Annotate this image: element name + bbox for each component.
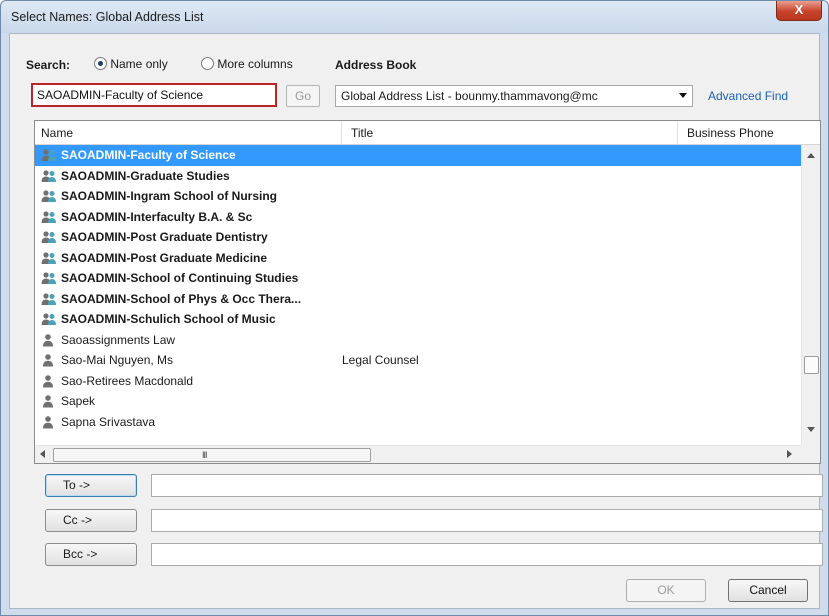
- scrollbar-corner: [801, 445, 820, 463]
- bcc-field[interactable]: [151, 543, 823, 566]
- list-row[interactable]: SAOADMIN-Graduate Studies: [35, 166, 801, 187]
- group-icon: [41, 149, 56, 161]
- list-row[interactable]: SAOADMIN-School of Phys & Occ Thera...: [35, 289, 801, 310]
- contact-name: Sao-Mai Nguyen, Ms: [61, 353, 174, 367]
- dialog-body: Search: Name only More columns Address B…: [9, 33, 823, 609]
- group-icon: [41, 313, 56, 325]
- list-header: Name Title Business Phone: [35, 121, 820, 145]
- group-icon: [41, 272, 56, 284]
- group-icon: [41, 251, 56, 264]
- radio-more-columns[interactable]: More columns: [201, 57, 293, 71]
- scroll-up-icon[interactable]: [807, 153, 815, 158]
- to-button[interactable]: To ->: [45, 474, 137, 497]
- cc-button[interactable]: Cc ->: [45, 509, 137, 532]
- vertical-scroll-thumb[interactable]: [804, 356, 819, 374]
- person-icon: [43, 374, 53, 387]
- to-field[interactable]: [151, 474, 823, 497]
- group-icon: [41, 292, 56, 305]
- list-row[interactable]: Sapna Srivastava: [35, 412, 801, 433]
- scroll-grip: III: [202, 450, 207, 460]
- bcc-button[interactable]: Bcc ->: [45, 543, 137, 566]
- column-header-title[interactable]: Title: [351, 126, 373, 140]
- person-icon: [43, 395, 53, 408]
- go-button[interactable]: Go: [286, 85, 320, 107]
- scroll-down-icon[interactable]: [807, 427, 815, 432]
- radio-more-columns-label: More columns: [217, 57, 293, 71]
- contact-name: SAOADMIN-Interfaculty B.A. & Sc: [61, 209, 253, 224]
- list-row[interactable]: SAOADMIN-Ingram School of Nursing: [35, 186, 801, 207]
- ok-button[interactable]: OK: [626, 579, 706, 602]
- contact-name: SAOADMIN-Faculty of Science: [61, 148, 236, 162]
- contact-title: Legal Counsel: [342, 353, 419, 367]
- list-row[interactable]: SAOADMIN-Interfaculty B.A. & Sc: [35, 207, 801, 228]
- chevron-down-icon[interactable]: [679, 93, 687, 98]
- list-row[interactable]: Saoassignments Law: [35, 330, 801, 351]
- search-input[interactable]: SAOADMIN-Faculty of Science: [31, 83, 277, 107]
- contact-name: Sao-Retirees Macdonald: [61, 373, 194, 388]
- address-list[interactable]: Name Title Business Phone SAOADMIN-Facul…: [34, 120, 821, 464]
- close-button[interactable]: X: [776, 1, 822, 21]
- list-row[interactable]: SAOADMIN-Schulich School of Music: [35, 309, 801, 330]
- contact-name: SAOADMIN-School of Continuing Studies: [61, 271, 299, 285]
- list-row[interactable]: Sapek: [35, 391, 801, 412]
- contact-name: SAOADMIN-Schulich School of Music: [61, 312, 276, 326]
- list-row[interactable]: Sao-Mai Nguyen, Ms Legal Counsel: [35, 350, 801, 371]
- person-icon: [43, 415, 53, 428]
- contact-name: Saoassignments Law: [61, 332, 176, 347]
- contact-name: SAOADMIN-Post Graduate Medicine: [61, 250, 268, 265]
- group-icon: [41, 210, 56, 223]
- column-divider[interactable]: [677, 121, 678, 144]
- horizontal-scroll-thumb[interactable]: III: [53, 448, 371, 462]
- list-row[interactable]: Sao-Retirees Macdonald: [35, 371, 801, 392]
- group-icon: [41, 231, 56, 243]
- address-book-value: Global Address List - bounmy.thammavong@…: [341, 89, 598, 103]
- column-header-business-phone[interactable]: Business Phone: [687, 126, 774, 140]
- column-divider[interactable]: [341, 121, 342, 144]
- advanced-find-link[interactable]: Advanced Find: [708, 89, 788, 103]
- list-row[interactable]: SAOADMIN-Faculty of Science: [35, 145, 801, 166]
- radio-name-only[interactable]: Name only: [94, 57, 168, 71]
- horizontal-scrollbar[interactable]: III: [35, 445, 801, 463]
- vertical-scrollbar[interactable]: [801, 145, 820, 445]
- contact-name: SAOADMIN-Post Graduate Dentistry: [61, 230, 268, 244]
- radio-more-columns-indicator[interactable]: [201, 57, 214, 70]
- contact-name: Sapek: [61, 394, 96, 408]
- select-names-dialog: Select Names: Global Address List X Sear…: [0, 0, 829, 616]
- contact-name: SAOADMIN-School of Phys & Occ Thera...: [61, 291, 302, 306]
- cc-field[interactable]: [151, 509, 823, 532]
- contact-name: SAOADMIN-Ingram School of Nursing: [61, 189, 277, 203]
- address-book-dropdown[interactable]: Global Address List - bounmy.thammavong@…: [335, 85, 693, 107]
- group-icon: [41, 190, 56, 202]
- cancel-button[interactable]: Cancel: [728, 579, 808, 602]
- person-icon: [43, 354, 53, 367]
- address-book-label: Address Book: [335, 58, 417, 72]
- search-label: Search:: [26, 58, 71, 72]
- title-bar[interactable]: Select Names: Global Address List X: [1, 1, 828, 33]
- radio-name-only-label: Name only: [110, 57, 168, 71]
- list-row[interactable]: SAOADMIN-School of Continuing Studies: [35, 268, 801, 289]
- list-row[interactable]: SAOADMIN-Post Graduate Dentistry: [35, 227, 801, 248]
- list-row[interactable]: SAOADMIN-Post Graduate Medicine: [35, 248, 801, 269]
- contact-name: Sapna Srivastava: [61, 414, 156, 429]
- group-icon: [41, 169, 56, 182]
- person-icon: [43, 333, 53, 346]
- contact-name: SAOADMIN-Graduate Studies: [61, 168, 230, 183]
- scroll-right-icon[interactable]: [787, 450, 792, 458]
- window-title: Select Names: Global Address List: [11, 10, 204, 24]
- radio-name-only-indicator[interactable]: [94, 57, 107, 70]
- scroll-left-icon[interactable]: [40, 450, 45, 458]
- column-header-name[interactable]: Name: [41, 126, 73, 140]
